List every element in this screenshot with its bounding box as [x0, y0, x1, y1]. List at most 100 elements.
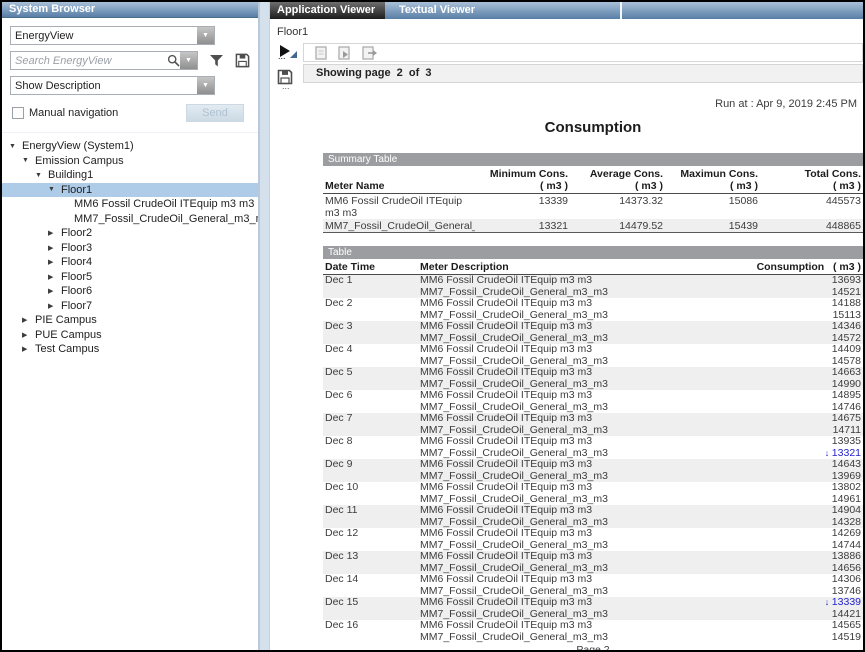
report-title: Consumption: [323, 119, 863, 136]
detail-cell-date: Dec 4: [323, 344, 418, 367]
tree-item-mm6-fossil-crudeoil-itequip-m3-m3[interactable]: MM6 Fossil CrudeOil ITEquip m3 m3: [2, 197, 258, 212]
tree-item-floor2[interactable]: ▶Floor2: [2, 226, 258, 241]
detail-cell-meter: MM6 Fossil CrudeOil ITEquip m3 m3: [418, 321, 751, 333]
summary-section-header: Summary Table: [323, 153, 863, 166]
tree-item-floor3[interactable]: ▶Floor3: [2, 241, 258, 256]
detail-cell-value: 14578: [751, 356, 863, 368]
save-filter-icon[interactable]: [235, 53, 250, 68]
tree-collapsed-icon[interactable]: ▶: [48, 258, 61, 266]
detail-row: Dec 6MM6 Fossil CrudeOil ITEquip m3 m314…: [323, 390, 863, 402]
search-dropdown-button[interactable]: ▼: [180, 52, 197, 69]
detail-cell-value: 14519: [751, 632, 863, 644]
detail-row: Dec 8MM6 Fossil CrudeOil ITEquip m3 m313…: [323, 436, 863, 448]
tree-item-floor6[interactable]: ▶Floor6: [2, 284, 258, 299]
tree-collapsed-icon[interactable]: ▶: [22, 345, 35, 353]
document-play-icon[interactable]: [338, 46, 351, 60]
viewer-body: Floor1 ... ...: [270, 19, 863, 650]
detail-cell-meter: MM7_Fossil_CrudeOil_General_m3_m3: [418, 586, 751, 598]
detail-row: Dec 13MM6 Fossil CrudeOil ITEquip m3 m31…: [323, 551, 863, 563]
display-mode-dropdown-button[interactable]: ▼: [197, 77, 214, 94]
tree-collapsed-icon[interactable]: ▶: [48, 302, 61, 310]
view-selector[interactable]: EnergyView ▼: [10, 26, 215, 45]
detail-row: Dec 11MM6 Fossil CrudeOil ITEquip m3 m31…: [323, 505, 863, 517]
min-marker-icon: ↓: [825, 597, 832, 607]
view-selector-dropdown-button[interactable]: ▼: [197, 27, 214, 44]
detail-cell-meter: MM6 Fossil CrudeOil ITEquip m3 m3: [418, 413, 751, 425]
chevron-down-icon: ▼: [202, 82, 209, 89]
tree-item-floor7[interactable]: ▶Floor7: [2, 299, 258, 314]
summary-row: MM6 Fossil CrudeOil ITEquip m3 m31333914…: [323, 194, 863, 220]
detail-cell-value: 14895: [751, 390, 863, 402]
report-toolbar: [303, 43, 863, 62]
col-meter-description: Meter Description: [418, 259, 751, 275]
tree-item-label: PIE Campus: [35, 314, 97, 326]
tab-textual-viewer[interactable]: Textual Viewer: [385, 2, 505, 19]
manual-navigation-checkbox[interactable]: [12, 107, 24, 119]
detail-cell-value: 14711: [751, 425, 863, 437]
detail-cell-date: Dec 5: [323, 367, 418, 390]
send-button[interactable]: Send: [186, 104, 244, 122]
detail-section-header: Table: [323, 246, 863, 259]
tree-item-pie-campus[interactable]: ▶PIE Campus: [2, 313, 258, 328]
summary-cell-average: 14373.32: [570, 194, 665, 220]
summary-table: Meter Name Minimum Cons.( m3 ) Average C…: [323, 166, 863, 233]
tree-collapsed-icon[interactable]: ▶: [22, 331, 35, 339]
tree-collapsed-icon[interactable]: ▶: [48, 287, 61, 295]
col-consumption: Consumption ( m3 ): [751, 259, 863, 275]
tree-item-building1[interactable]: ▼Building1: [2, 168, 258, 183]
filter-icon[interactable]: [209, 54, 224, 68]
detail-row: Dec 12MM6 Fossil CrudeOil ITEquip m3 m31…: [323, 528, 863, 540]
panel-splitter[interactable]: [258, 2, 270, 650]
system-browser-title: System Browser: [2, 2, 258, 18]
document-icon[interactable]: [315, 46, 327, 60]
search-box: ▼: [10, 51, 198, 70]
tree-item-label: Test Campus: [35, 343, 99, 355]
system-tree: ▼EnergyView (System1)▼Emission Campus▼Bu…: [2, 132, 258, 650]
search-input[interactable]: [11, 55, 167, 67]
detail-cell-value: 14990: [751, 379, 863, 391]
document-export-icon[interactable]: [362, 46, 377, 60]
tree-item-floor4[interactable]: ▶Floor4: [2, 255, 258, 270]
search-icon[interactable]: [167, 54, 180, 67]
detail-cell-meter: MM6 Fossil CrudeOil ITEquip m3 m3: [418, 298, 751, 310]
detail-cell-date: Dec 10: [323, 482, 418, 505]
detail-cell-date: Dec 12: [323, 528, 418, 551]
tree-expanded-icon[interactable]: ▼: [9, 143, 22, 150]
detail-cell-value: 14744: [751, 540, 863, 552]
detail-table-body: Dec 1MM6 Fossil CrudeOil ITEquip m3 m313…: [323, 275, 863, 644]
tree-expanded-icon[interactable]: ▼: [35, 172, 48, 179]
tree-item-emission-campus[interactable]: ▼Emission Campus: [2, 154, 258, 169]
tree-expanded-icon[interactable]: ▼: [22, 157, 35, 164]
detail-cell-value: 14572: [751, 333, 863, 345]
tree-item-energyview-system1[interactable]: ▼EnergyView (System1): [2, 139, 258, 154]
tree-item-floor5[interactable]: ▶Floor5: [2, 270, 258, 285]
tab-application-viewer[interactable]: Application Viewer: [270, 2, 385, 19]
detail-cell-meter: MM6 Fossil CrudeOil ITEquip m3 m3: [418, 482, 751, 494]
tree-item-floor1[interactable]: ▼Floor1: [2, 183, 258, 198]
tree-item-mm7-fossil-crudeoil-general-m3-m3[interactable]: MM7_Fossil_CrudeOil_General_m3_m3: [2, 212, 258, 227]
detail-cell-value: 14346: [751, 321, 863, 333]
tree-item-pue-campus[interactable]: ▶PUE Campus: [2, 328, 258, 343]
tree-expanded-icon[interactable]: ▼: [48, 186, 61, 193]
col-average-cons: Average Cons.( m3 ): [570, 166, 665, 194]
browser-controls: EnergyView ▼ ▼: [2, 18, 258, 132]
tab-separator: [620, 2, 622, 19]
col-meter-name: Meter Name: [323, 166, 475, 194]
detail-cell-meter: MM7_Fossil_CrudeOil_General_m3_m3: [418, 333, 751, 345]
tree-item-test-campus[interactable]: ▶Test Campus: [2, 342, 258, 357]
detail-cell-meter: MM6 Fossil CrudeOil ITEquip m3 m3: [418, 528, 751, 540]
system-browser-panel: System Browser EnergyView ▼ ▼: [2, 2, 258, 650]
tree-collapsed-icon[interactable]: ▶: [48, 229, 61, 237]
tree-collapsed-icon[interactable]: ▶: [48, 244, 61, 252]
summary-cell-meter: MM7_Fossil_CrudeOil_General_: [323, 219, 475, 233]
detail-cell-meter: MM6 Fossil CrudeOil ITEquip m3 m3: [418, 620, 751, 632]
display-mode-selector[interactable]: Show Description ▼: [10, 76, 215, 95]
detail-row: Dec 7MM6 Fossil CrudeOil ITEquip m3 m314…: [323, 413, 863, 425]
application-window: System Browser EnergyView ▼ ▼: [0, 0, 865, 652]
tree-collapsed-icon[interactable]: ▶: [22, 316, 35, 324]
run-report-button[interactable]: ...: [277, 45, 299, 63]
tree-collapsed-icon[interactable]: ▶: [48, 273, 61, 281]
detail-row: Dec 9MM6 Fossil CrudeOil ITEquip m3 m314…: [323, 459, 863, 471]
save-report-button[interactable]: ...: [277, 69, 295, 89]
detail-cell-date: Dec 7: [323, 413, 418, 436]
